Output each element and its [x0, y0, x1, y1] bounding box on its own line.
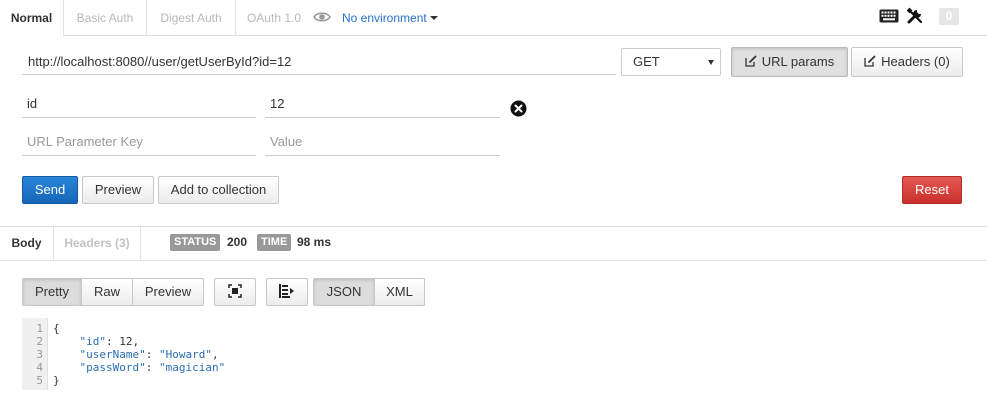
wrap-lines-button[interactable]	[266, 278, 308, 306]
fullscreen-icon	[228, 284, 242, 298]
reset-button[interactable]: Reset	[902, 176, 962, 204]
url-input[interactable]	[22, 48, 616, 75]
code-line: "passWord": "magician"	[79, 361, 226, 374]
param-key-field[interactable]	[22, 90, 256, 118]
json-key: "id"	[79, 335, 107, 348]
add-to-collection-button[interactable]: Add to collection	[158, 176, 279, 204]
json-comma: ,	[211, 348, 219, 361]
code-line: "id": 12,	[79, 335, 140, 348]
edit-icon	[864, 55, 876, 67]
line-number: 3	[36, 348, 43, 361]
fullscreen-button[interactable]	[214, 278, 256, 306]
headers-button[interactable]: Headers (0)	[851, 47, 963, 77]
chevron-down-icon	[429, 16, 438, 20]
line-number-gutter: 1 2 3 4 5	[22, 318, 48, 390]
time-value: 98 ms	[297, 235, 332, 249]
json-value: "magician"	[158, 361, 226, 374]
status-badge: STATUS	[170, 234, 221, 251]
method-value: GET	[633, 54, 660, 69]
pretty-button[interactable]: Pretty	[22, 278, 82, 306]
tab-oauth[interactable]: OAuth 1.0	[236, 0, 312, 36]
json-brace: {	[53, 322, 60, 335]
eye-icon[interactable]	[313, 10, 331, 24]
edit-icon	[745, 55, 757, 67]
tab-response-headers[interactable]: Headers (3)	[53, 227, 141, 260]
code-line: {	[53, 322, 60, 335]
tab-body[interactable]: Body	[0, 227, 53, 260]
keyboard-icon[interactable]	[879, 9, 899, 23]
json-button[interactable]: JSON	[313, 278, 375, 306]
time-badge: TIME	[257, 234, 292, 251]
method-select[interactable]: GET	[621, 48, 721, 76]
line-number: 5	[36, 374, 43, 387]
chevron-down-icon	[708, 60, 714, 65]
tab-digest-auth[interactable]: Digest Auth	[147, 0, 236, 36]
json-key: "userName"	[79, 348, 146, 361]
environment-label: No environment	[342, 11, 427, 25]
settings-tools-icon[interactable]	[906, 7, 924, 25]
status-value: 200	[227, 235, 248, 249]
new-param-key-field[interactable]	[22, 128, 256, 156]
tab-basic-auth[interactable]: Basic Auth	[64, 0, 147, 36]
url-params-label: URL params	[761, 54, 835, 69]
json-value: 12	[119, 335, 133, 348]
line-number: 2	[36, 335, 43, 348]
json-brace: }	[53, 374, 60, 387]
count-badge: 0	[939, 8, 959, 25]
param-value-field[interactable]	[265, 90, 500, 118]
indent-icon	[279, 284, 294, 298]
send-button[interactable]: Send	[22, 176, 78, 204]
line-number: 1	[36, 322, 43, 335]
response-body-editor[interactable]: 1 2 3 4 5 { "id": 12, "userName": "Howar…	[22, 318, 962, 392]
code-line: }	[53, 374, 60, 387]
remove-param-icon[interactable]	[510, 100, 527, 117]
json-value: "Howard"	[158, 348, 212, 361]
environment-select[interactable]: No environment	[342, 0, 438, 36]
json-comma: ,	[132, 335, 140, 348]
preview-button[interactable]: Preview	[82, 176, 154, 204]
raw-button[interactable]: Raw	[81, 278, 133, 306]
tab-normal[interactable]: Normal	[0, 0, 64, 37]
new-param-value-field[interactable]	[265, 128, 500, 156]
response-preview-button[interactable]: Preview	[132, 278, 204, 306]
json-key: "passWord"	[79, 361, 146, 374]
headers-label: Headers (0)	[881, 54, 950, 69]
top-tab-bar: Normal Basic Auth Digest Auth OAuth 1.0 …	[0, 0, 987, 37]
url-params-button[interactable]: URL params	[731, 47, 848, 77]
section-divider	[0, 226, 987, 227]
line-number: 4	[36, 361, 43, 374]
xml-button[interactable]: XML	[374, 278, 425, 306]
response-tab-divider	[0, 260, 987, 261]
code-line: "userName": "Howard",	[79, 348, 219, 361]
